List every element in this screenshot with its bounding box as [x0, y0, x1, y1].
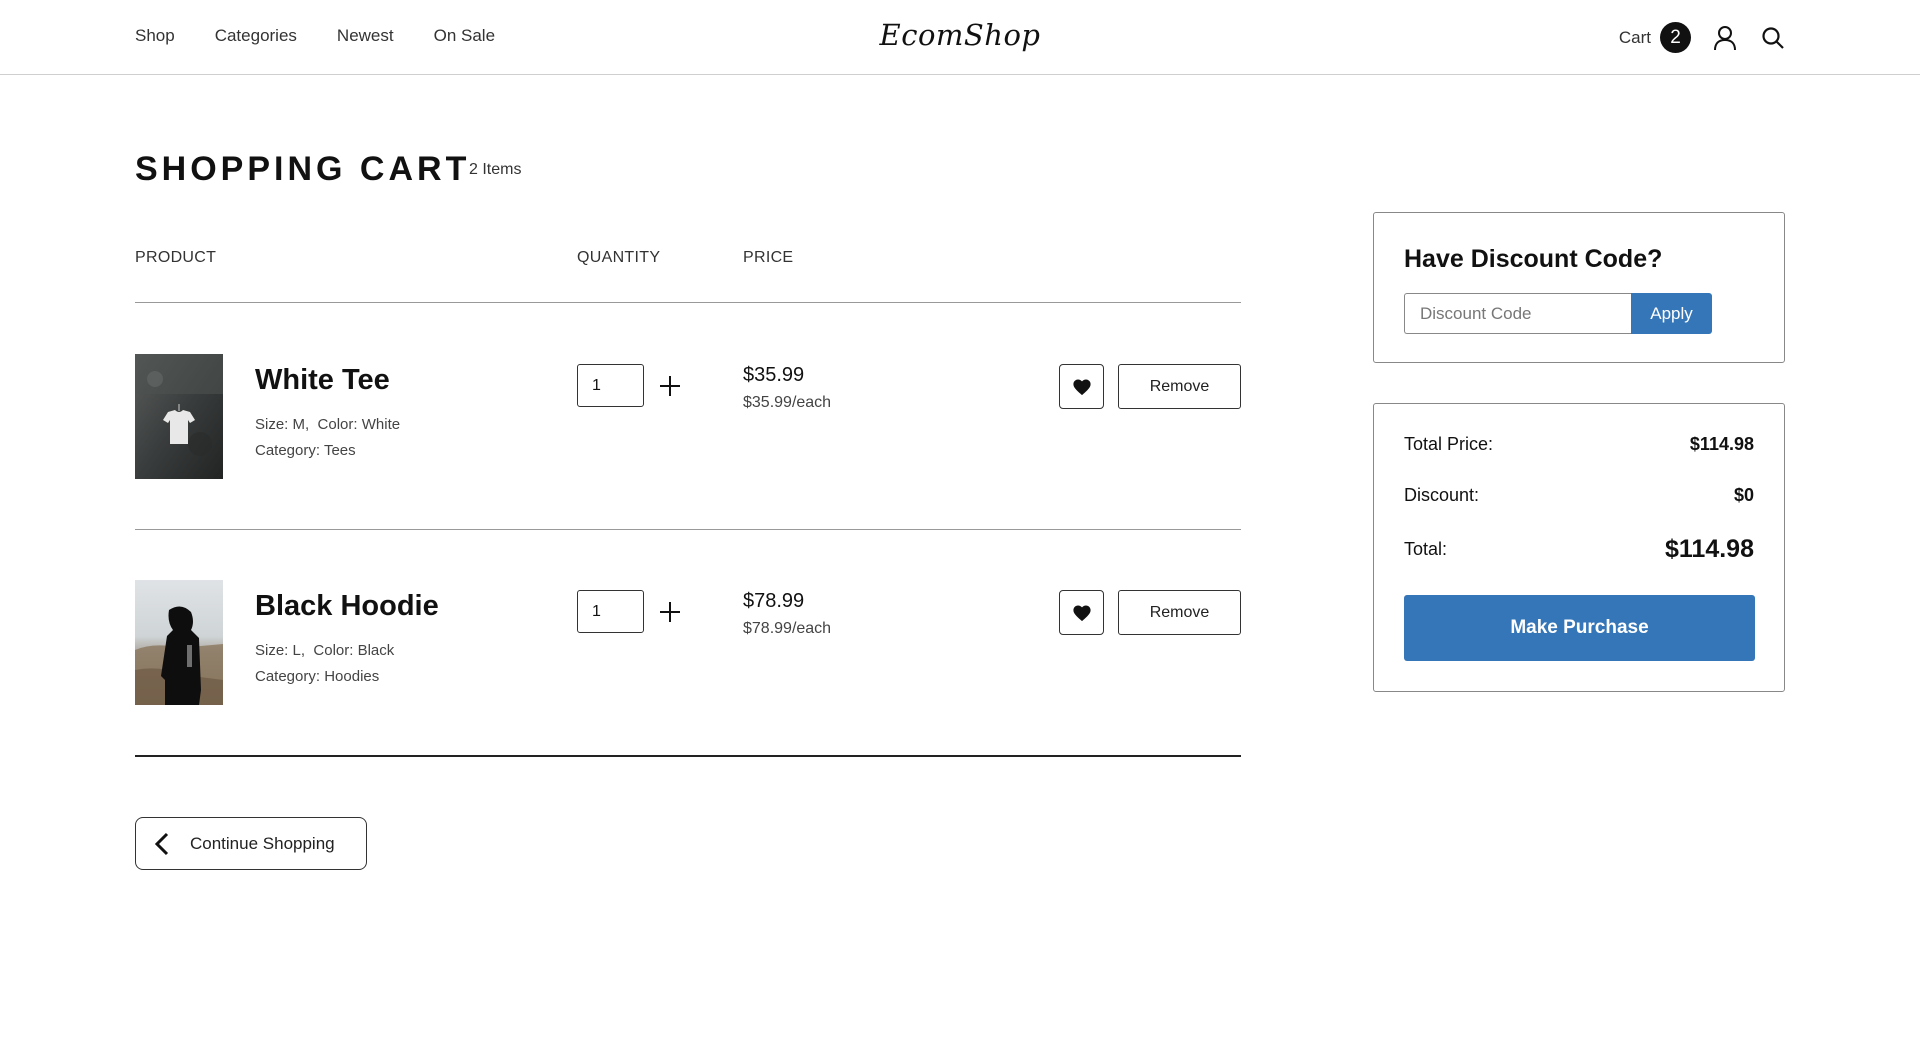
order-summary-panel: Total Price: $114.98 Discount: $0 Total:… — [1373, 403, 1785, 692]
wishlist-button[interactable] — [1059, 364, 1104, 409]
total-price-row: Total Price: $114.98 — [1404, 434, 1754, 455]
color-label: Color: — [317, 416, 358, 433]
cart-link[interactable]: Cart 2 — [1619, 22, 1691, 53]
size-value: M — [292, 416, 306, 433]
divider — [135, 529, 1241, 530]
discount-row: Discount: $0 — [1404, 485, 1754, 506]
chevron-left-icon — [154, 832, 169, 855]
search-icon[interactable] — [1759, 24, 1787, 52]
divider — [135, 755, 1241, 757]
category-value: Tees — [323, 442, 356, 459]
cart-count-badge: 2 — [1660, 22, 1691, 53]
plus-icon[interactable] — [656, 592, 684, 632]
product-image-black-hoodie[interactable] — [135, 580, 223, 705]
remove-button[interactable]: Remove — [1118, 364, 1241, 409]
plus-icon[interactable] — [656, 366, 684, 406]
quantity-input[interactable]: 1 — [577, 590, 644, 633]
discount-label: Discount: — [1404, 485, 1480, 505]
header-actions: Cart 2 — [1619, 22, 1787, 53]
item-price-each: $35.99/each — [743, 394, 832, 411]
discount-title: Have Discount Code? — [1404, 245, 1663, 273]
divider — [135, 302, 1241, 303]
total-price-label: Total Price: — [1404, 434, 1494, 454]
item-price: $35.99 — [743, 364, 805, 386]
item-price: $78.99 — [743, 590, 805, 612]
discount-panel: Have Discount Code? Apply — [1373, 212, 1785, 363]
cart-item-row: White Tee Size: M, Color: White Category… — [135, 354, 1241, 479]
cart-item-row: Black Hoodie Size: L, Color: Black Categ… — [135, 580, 1241, 705]
page-title: SHOPPING CART — [135, 150, 471, 188]
color-value: White — [361, 416, 401, 433]
total-price-value: $114.98 — [1689, 434, 1754, 454]
heart-icon — [1072, 604, 1091, 621]
total-label: Total: — [1404, 539, 1448, 559]
product-image-white-tee[interactable] — [135, 354, 223, 479]
discount-value: $0 — [1733, 485, 1754, 505]
product-meta: Size: M, Color: White Category: Tees — [255, 416, 401, 459]
make-purchase-button[interactable]: Make Purchase — [1404, 595, 1755, 661]
column-header-quantity: QUANTITY — [577, 249, 661, 266]
color-label: Color: — [313, 642, 354, 659]
column-header-price: PRICE — [743, 249, 794, 266]
category-label: Category: — [255, 668, 321, 685]
product-name[interactable]: Black Hoodie — [255, 590, 439, 623]
size-value: L — [292, 642, 301, 659]
continue-shopping-label: Continue Shopping — [190, 833, 335, 853]
logo-text[interactable]: EcomShop — [880, 18, 1041, 52]
total-value: $114.98 — [1665, 535, 1754, 563]
grand-total-row: Total: $114.98 — [1404, 535, 1754, 564]
size-label: Size: — [255, 642, 289, 659]
user-icon[interactable] — [1711, 24, 1739, 52]
cart-item-count: 2 Items — [469, 161, 522, 178]
category-value: Hoodies — [324, 668, 380, 685]
site-header: Shop Categories Newest On Sale EcomShop … — [0, 0, 1920, 75]
product-meta: Size: L, Color: Black Category: Hoodies — [255, 642, 395, 685]
item-price-each: $78.99/each — [743, 620, 832, 637]
category-label: Category: — [255, 442, 321, 459]
product-name[interactable]: White Tee — [255, 364, 390, 397]
continue-shopping-button[interactable]: Continue Shopping — [135, 817, 367, 870]
remove-button[interactable]: Remove — [1118, 590, 1241, 635]
column-header-product: PRODUCT — [135, 249, 217, 266]
apply-button[interactable]: Apply — [1631, 293, 1712, 334]
color-value: Black — [357, 642, 395, 659]
heart-icon — [1072, 378, 1091, 395]
quantity-input[interactable]: 1 — [577, 364, 644, 407]
size-label: Size: — [255, 416, 289, 433]
wishlist-button[interactable] — [1059, 590, 1104, 635]
cart-label: Cart — [1618, 27, 1651, 47]
discount-code-input[interactable] — [1404, 293, 1631, 334]
